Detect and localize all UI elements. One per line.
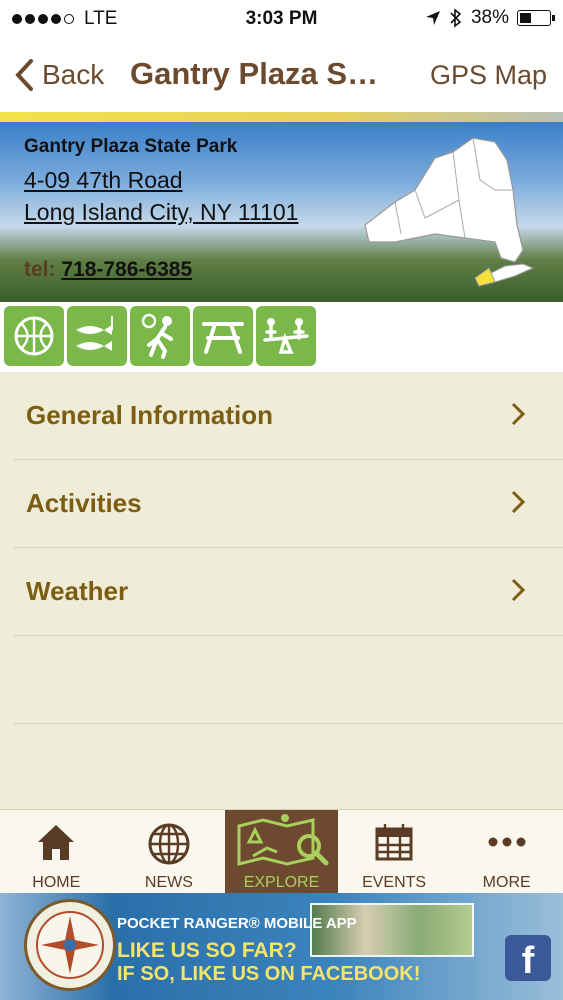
fishing-icon[interactable] — [67, 306, 127, 366]
home-icon — [38, 825, 75, 860]
menu-item-activities[interactable]: Activities — [14, 460, 563, 548]
tab-explore[interactable]: EXPLORE — [225, 810, 338, 894]
tab-news[interactable]: NEWS — [113, 810, 226, 894]
bluetooth-icon — [450, 8, 462, 28]
phone-row: tel: 718-786-6385 — [24, 258, 192, 282]
page-title: Gantry Plaza S… — [130, 56, 379, 91]
back-button[interactable]: Back — [14, 58, 104, 92]
battery-icon — [517, 10, 555, 26]
gps-map-button[interactable]: GPS Map — [430, 60, 547, 91]
chevron-right-icon — [511, 402, 525, 426]
location-arrow-icon — [425, 11, 440, 25]
status-right: 38% — [425, 7, 555, 29]
menu-item-weather[interactable]: Weather — [14, 548, 563, 636]
basketball-icon[interactable] — [4, 306, 64, 366]
menu-item-label: General Information — [26, 400, 274, 430]
battery-percent: 38% — [470, 7, 509, 28]
chevron-right-icon — [511, 490, 525, 514]
playground-icon[interactable] — [130, 306, 190, 366]
tab-home[interactable]: HOME — [0, 810, 113, 894]
address-line-2[interactable]: Long Island City, NY 11101 — [24, 196, 298, 228]
address-line-1[interactable]: 4-09 47th Road — [24, 164, 298, 196]
menu-item-general-information[interactable]: General Information — [14, 372, 563, 460]
status-bar: LTE 3:03 PM 38% — [0, 0, 563, 40]
tab-bar: HOME NEWS EXPLORE EVENTS MORE — [0, 809, 563, 894]
ad-line-3: IF SO, LIKE US ON FACEBOOK! — [117, 963, 421, 985]
ad-line-1: POCKET RANGER® MOBILE APP — [117, 915, 357, 932]
chevron-left-icon — [15, 59, 33, 91]
phone-link[interactable]: 718-786-6385 — [61, 258, 192, 281]
menu-item-label: Activities — [26, 488, 142, 518]
facebook-icon[interactable]: f — [505, 935, 551, 982]
tab-label: EVENTS — [362, 874, 427, 891]
new-york-state-map — [364, 137, 535, 287]
tab-label: EXPLORE — [243, 874, 320, 891]
park-menu-list: General Information Activities Weather — [0, 372, 563, 809]
back-label: Back — [42, 59, 105, 90]
tab-events[interactable]: EVENTS — [338, 810, 451, 894]
pocket-ranger-logo — [24, 899, 116, 991]
activity-icons-row — [0, 302, 563, 372]
tab-more[interactable]: MORE — [450, 810, 563, 894]
tab-label: MORE — [482, 874, 531, 891]
menu-item-label: Weather — [26, 576, 129, 606]
seesaw-icon[interactable] — [256, 306, 316, 366]
calendar-icon — [375, 824, 413, 861]
tel-label: tel: — [24, 258, 56, 281]
park-info: Gantry Plaza State Park 4-09 47th Road L… — [24, 136, 298, 228]
park-name: Gantry Plaza State Park — [24, 136, 238, 157]
globe-icon — [148, 823, 190, 865]
park-banner: Gantry Plaza State Park 4-09 47th Road L… — [0, 112, 563, 302]
ad-line-2: LIKE US SO FAR? — [117, 939, 297, 962]
navigation-bar: Back Gantry Plaza S… GPS Map — [0, 40, 563, 112]
explore-map-icon — [237, 814, 329, 866]
empty-row — [14, 636, 563, 724]
chevron-right-icon — [511, 578, 525, 602]
tab-label: HOME — [32, 874, 81, 891]
tab-label: NEWS — [144, 874, 193, 891]
banner-stripe — [0, 112, 563, 122]
more-icon — [488, 837, 526, 847]
picnic-table-icon[interactable] — [193, 306, 253, 366]
facebook-ad-banner[interactable]: POCKET RANGER® MOBILE APP LIKE US SO FAR… — [0, 893, 563, 1000]
